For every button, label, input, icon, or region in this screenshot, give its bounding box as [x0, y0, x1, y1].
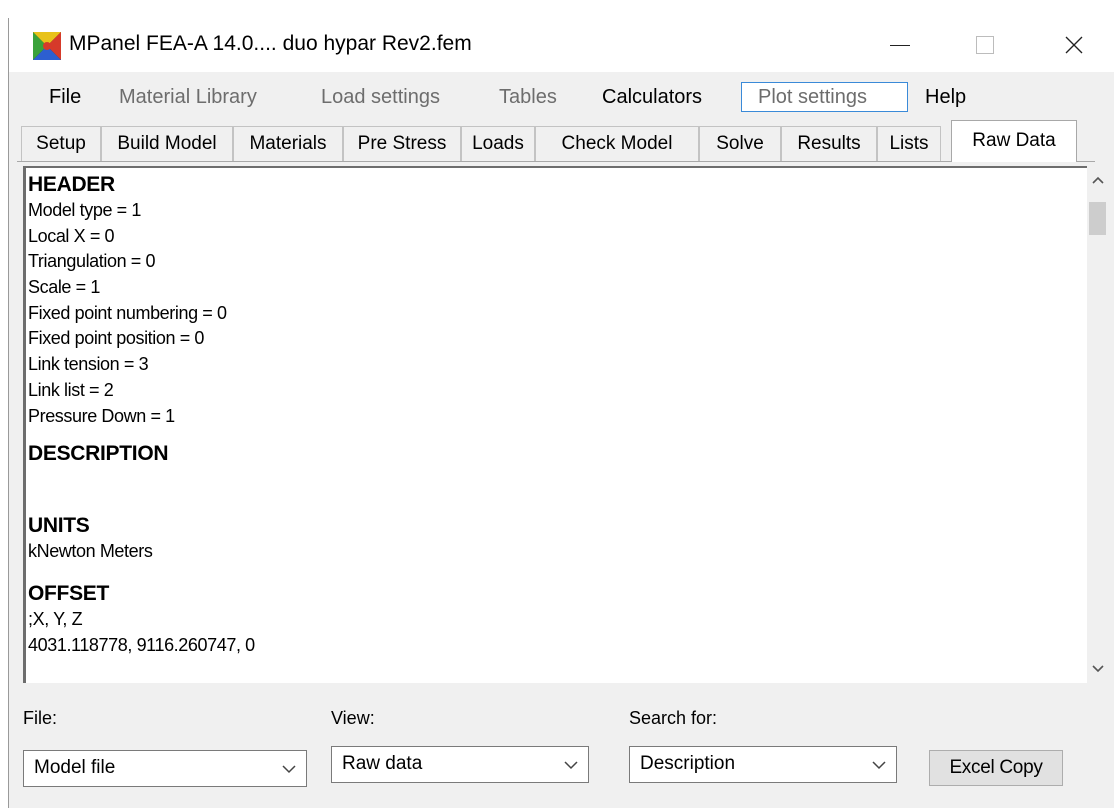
- view-label: View:: [331, 708, 375, 728]
- file-select[interactable]: Model file: [23, 750, 307, 787]
- header-line: Triangulation = 0: [28, 251, 156, 272]
- offset-line: 4031.118778, 9116.260747, 0: [28, 634, 255, 655]
- tab-solve[interactable]: Solve: [699, 126, 781, 161]
- chevron-down-icon: [282, 765, 296, 774]
- raw-data-textarea[interactable]: HEADER Model type = 1 Local X = 0 Triang…: [23, 166, 1087, 683]
- section-offset-title: OFFSET: [28, 581, 110, 605]
- tab-check-model[interactable]: Check Model: [535, 126, 699, 161]
- view-select-value: Raw data: [342, 753, 423, 774]
- header-line: Scale = 1: [28, 277, 100, 298]
- header-line: Pressure Down = 1: [28, 405, 175, 426]
- scroll-up-button[interactable]: [1087, 166, 1109, 194]
- chevron-up-icon: [1092, 176, 1104, 184]
- app-window: MPanel FEA-A 14.0.... duo hypar Rev2.fem…: [8, 18, 1114, 808]
- section-description-title: DESCRIPTION: [28, 442, 169, 466]
- maximize-button[interactable]: [962, 18, 1008, 72]
- tab-build-model[interactable]: Build Model: [101, 126, 233, 161]
- tab-loads[interactable]: Loads: [461, 126, 535, 161]
- section-header-title: HEADER: [28, 173, 115, 196]
- close-icon: [1065, 36, 1083, 54]
- menu-load-settings[interactable]: Load settings: [313, 82, 448, 112]
- tab-lists[interactable]: Lists: [877, 126, 941, 161]
- excel-copy-button[interactable]: Excel Copy: [929, 750, 1063, 786]
- search-label: Search for:: [629, 708, 718, 728]
- menu-help[interactable]: Help: [917, 82, 974, 112]
- menu-plot-settings[interactable]: Plot settings: [741, 82, 908, 112]
- tab-raw-data[interactable]: Raw Data: [951, 120, 1077, 162]
- tab-strip: Setup Build Model Materials Pre Stress L…: [9, 118, 1114, 162]
- view-select[interactable]: Raw data: [331, 746, 589, 783]
- tab-materials[interactable]: Materials: [233, 126, 343, 161]
- menu-calculators[interactable]: Calculators: [594, 82, 710, 112]
- header-line: Fixed point numbering = 0: [28, 302, 227, 323]
- scroll-down-button[interactable]: [1087, 655, 1109, 683]
- chevron-down-icon: [564, 761, 578, 770]
- tab-results[interactable]: Results: [781, 126, 877, 161]
- chevron-down-icon: [1092, 665, 1104, 673]
- menu-bar: File Material Library Load settings Tabl…: [9, 76, 1114, 116]
- tab-pre-stress[interactable]: Pre Stress: [343, 126, 461, 161]
- file-label: File:: [23, 708, 58, 728]
- menu-tables[interactable]: Tables: [491, 82, 565, 112]
- app-icon: [33, 32, 61, 60]
- tab-baseline: [17, 161, 1095, 162]
- raw-data-content: HEADER Model type = 1 Local X = 0 Triang…: [28, 172, 1068, 658]
- close-button[interactable]: [1051, 18, 1097, 72]
- search-select-value: Description: [640, 753, 736, 774]
- title-bar: MPanel FEA-A 14.0.... duo hypar Rev2.fem: [9, 18, 1114, 72]
- tab-setup[interactable]: Setup: [21, 126, 101, 161]
- maximize-icon: [976, 36, 994, 54]
- menu-material-library[interactable]: Material Library: [111, 82, 265, 112]
- menu-file[interactable]: File: [41, 82, 89, 112]
- minimize-icon: [890, 44, 910, 46]
- header-line: Model type = 1: [28, 200, 141, 220]
- header-line: Link tension = 3: [28, 354, 149, 375]
- minimize-button[interactable]: [877, 18, 923, 72]
- header-line: Local X = 0: [28, 225, 115, 246]
- units-value: kNewton Meters: [28, 541, 153, 562]
- scroll-thumb[interactable]: [1089, 202, 1106, 235]
- header-line: Link list = 2: [28, 379, 114, 400]
- search-select[interactable]: Description: [629, 746, 897, 783]
- file-select-value: Model file: [34, 757, 116, 778]
- chevron-down-icon: [872, 761, 886, 770]
- vertical-scrollbar[interactable]: [1087, 166, 1109, 683]
- section-units-title: UNITS: [28, 514, 90, 538]
- header-line: Fixed point position = 0: [28, 328, 205, 349]
- offset-line: ;X, Y, Z: [28, 608, 83, 629]
- window-title: MPanel FEA-A 14.0.... duo hypar Rev2.fem: [69, 32, 472, 55]
